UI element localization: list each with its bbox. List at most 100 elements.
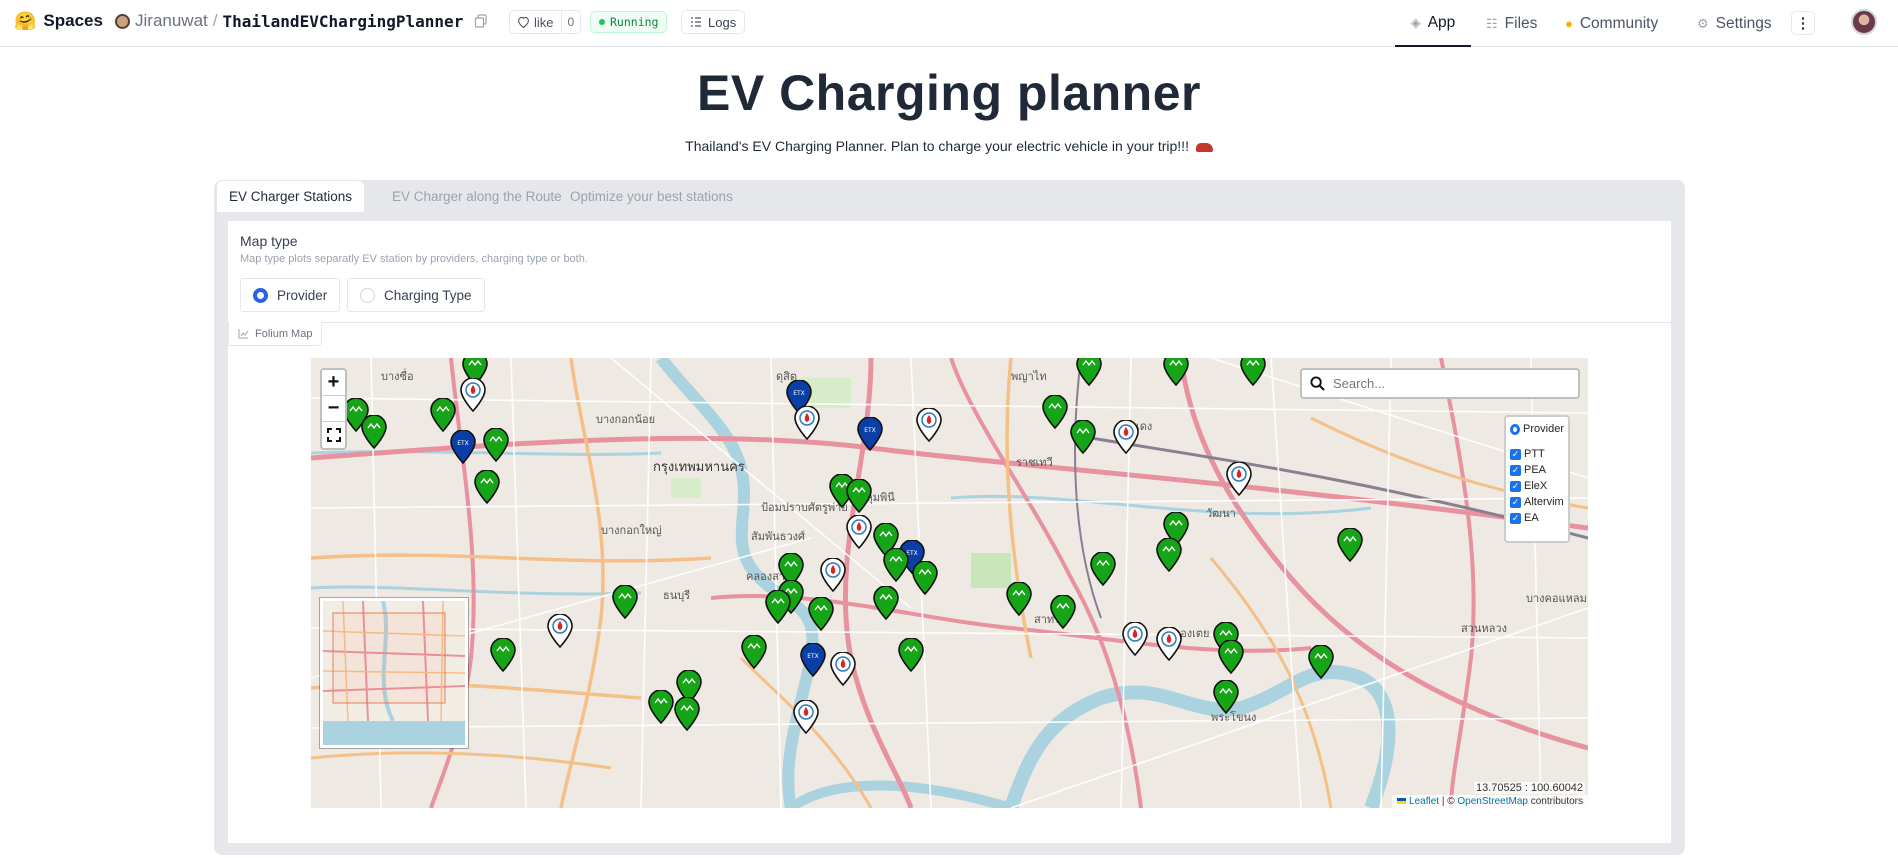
ptt-station-marker[interactable] bbox=[830, 651, 856, 691]
ea-station-marker[interactable] bbox=[1090, 551, 1116, 591]
osm-link[interactable]: OpenStreetMap bbox=[1457, 796, 1528, 807]
ea-station-marker[interactable] bbox=[1218, 639, 1244, 679]
ea-station-marker[interactable] bbox=[1240, 358, 1266, 391]
page-description: Thailand's EV Charging Planner. Plan to … bbox=[0, 138, 1898, 154]
ea-station-marker[interactable] bbox=[1070, 419, 1096, 459]
map-type-label: Map type bbox=[240, 233, 298, 249]
ptt-station-marker[interactable] bbox=[1156, 626, 1182, 666]
layer-label: EleX bbox=[1524, 480, 1548, 492]
radio-charging-type[interactable]: Charging Type bbox=[347, 278, 485, 312]
svg-text:ETX: ETX bbox=[793, 390, 805, 397]
ptt-station-marker[interactable] bbox=[1226, 461, 1252, 501]
ea-station-marker[interactable] bbox=[490, 637, 516, 677]
ea-station-marker[interactable] bbox=[1337, 527, 1363, 567]
tab-settings-label: Settings bbox=[1715, 14, 1772, 32]
map-search-control[interactable]: Search... bbox=[1300, 368, 1580, 399]
layer-group-radio[interactable] bbox=[1510, 423, 1521, 435]
ptt-station-marker[interactable] bbox=[460, 377, 486, 417]
ea-station-marker[interactable] bbox=[1156, 537, 1182, 577]
ea-station-marker[interactable] bbox=[1006, 581, 1032, 621]
svg-text:ETX: ETX bbox=[807, 653, 819, 660]
status-badge[interactable]: Running bbox=[590, 11, 668, 33]
ea-station-marker[interactable] bbox=[1050, 594, 1076, 634]
tab-files[interactable]: ☷ Files bbox=[1486, 0, 1537, 47]
ea-station-marker[interactable] bbox=[846, 478, 872, 518]
ea-station-marker[interactable] bbox=[1163, 358, 1189, 391]
tab-ev-charger-along-route[interactable]: EV Charger along the Route bbox=[380, 180, 574, 212]
zoom-out-button[interactable]: − bbox=[322, 396, 345, 422]
owner-avatar bbox=[115, 13, 130, 29]
elex-station-marker[interactable]: ETX bbox=[857, 416, 883, 456]
map-tiles[interactable]: กรุงเทพมหานคร พญาไท ดินแดง ราชเทวี วัฒนา… bbox=[311, 358, 1588, 808]
ea-station-marker[interactable] bbox=[1213, 679, 1239, 719]
ea-station-marker[interactable] bbox=[1308, 644, 1334, 684]
ptt-station-marker[interactable] bbox=[547, 613, 573, 653]
ptt-station-marker[interactable] bbox=[820, 557, 846, 597]
owner-link[interactable]: Jiranuwat bbox=[135, 11, 208, 31]
fullscreen-button[interactable] bbox=[322, 422, 345, 448]
copy-icon[interactable] bbox=[474, 14, 488, 28]
ea-station-marker[interactable] bbox=[883, 547, 909, 587]
ea-station-marker[interactable] bbox=[741, 634, 767, 674]
layer-group-label: Provider bbox=[1523, 423, 1564, 435]
tab-app[interactable]: ◈ App bbox=[1395, 0, 1471, 47]
logs-button[interactable]: Logs bbox=[681, 10, 746, 34]
checkbox-checked-icon[interactable]: ✓ bbox=[1510, 464, 1521, 476]
checkbox-checked-icon[interactable]: ✓ bbox=[1510, 480, 1521, 492]
ea-station-marker[interactable] bbox=[648, 689, 674, 729]
layer-toggle-ptt[interactable]: ✓ PTT bbox=[1510, 446, 1564, 462]
ea-station-marker[interactable] bbox=[361, 414, 387, 454]
checkbox-checked-icon[interactable]: ✓ bbox=[1510, 496, 1521, 508]
leaflet-link[interactable]: Leaflet bbox=[1409, 796, 1439, 807]
ea-station-marker[interactable] bbox=[483, 427, 509, 467]
elex-station-marker[interactable]: ETX bbox=[450, 429, 476, 469]
layer-toggle-ea[interactable]: ✓ EA bbox=[1510, 510, 1564, 526]
checkbox-checked-icon[interactable]: ✓ bbox=[1510, 448, 1521, 460]
ea-station-marker[interactable] bbox=[898, 637, 924, 677]
like-count: 0 bbox=[560, 11, 581, 33]
radio-provider-indicator[interactable] bbox=[253, 287, 268, 303]
ea-station-marker[interactable] bbox=[674, 696, 700, 736]
zoom-in-button[interactable]: + bbox=[322, 370, 345, 396]
like-button[interactable]: like 0 bbox=[509, 10, 582, 34]
tab-ev-charger-stations[interactable]: EV Charger Stations bbox=[216, 180, 366, 212]
layer-group-provider[interactable]: Provider bbox=[1510, 421, 1564, 437]
minimap[interactable] bbox=[320, 598, 468, 748]
checkbox-checked-icon[interactable]: ✓ bbox=[1510, 512, 1521, 524]
ptt-station-marker[interactable] bbox=[794, 405, 820, 445]
more-options-button[interactable]: ⋮ bbox=[1791, 11, 1815, 35]
place-label: ราชเทวี bbox=[1016, 456, 1053, 469]
layer-toggle-altervim[interactable]: ✓ Altervim bbox=[1510, 494, 1564, 510]
layer-label: PEA bbox=[1524, 464, 1547, 476]
tab-community[interactable]: ● Community bbox=[1565, 0, 1658, 47]
layer-toggle-pea[interactable]: ✓ PEA bbox=[1510, 462, 1564, 478]
ea-station-marker[interactable] bbox=[474, 469, 500, 509]
radio-provider[interactable]: Provider bbox=[240, 278, 341, 312]
ptt-station-marker[interactable] bbox=[916, 407, 942, 447]
user-avatar[interactable] bbox=[1851, 9, 1877, 35]
ea-station-marker[interactable] bbox=[1042, 394, 1068, 434]
radio-charging-type-indicator[interactable] bbox=[360, 287, 375, 303]
spaces-home-link[interactable]: 🤗 Spaces bbox=[14, 11, 103, 31]
folium-map[interactable]: กรุงเทพมหานคร พญาไท ดินแดง ราชเทวี วัฒนา… bbox=[311, 358, 1588, 808]
status-label: Running bbox=[610, 15, 659, 29]
layer-toggle-elex[interactable]: ✓ EleX bbox=[1510, 478, 1564, 494]
place-label: บางกอกใหญ่ bbox=[601, 524, 661, 537]
ea-station-marker[interactable] bbox=[808, 596, 834, 636]
ea-station-marker[interactable] bbox=[765, 589, 791, 629]
tab-settings[interactable]: ⚙ Settings bbox=[1697, 0, 1772, 47]
tab-optimize-best-stations[interactable]: Optimize your best stations bbox=[558, 180, 745, 212]
ea-station-marker[interactable] bbox=[912, 560, 938, 600]
ea-station-marker[interactable] bbox=[873, 585, 899, 625]
ptt-station-marker[interactable] bbox=[846, 514, 872, 554]
breadcrumb-separator: / bbox=[212, 11, 218, 30]
layer-label: PTT bbox=[1524, 448, 1545, 460]
ptt-station-marker[interactable] bbox=[1122, 621, 1148, 661]
layer-label: Altervim bbox=[1524, 496, 1564, 508]
ea-station-marker[interactable] bbox=[1076, 358, 1102, 391]
ea-station-marker[interactable] bbox=[612, 584, 638, 624]
space-name-link[interactable]: ThailandEVChargingPlanner bbox=[223, 12, 464, 31]
elex-station-marker[interactable]: ETX bbox=[800, 642, 826, 682]
ptt-station-marker[interactable] bbox=[1113, 419, 1139, 459]
ptt-station-marker[interactable] bbox=[793, 699, 819, 739]
